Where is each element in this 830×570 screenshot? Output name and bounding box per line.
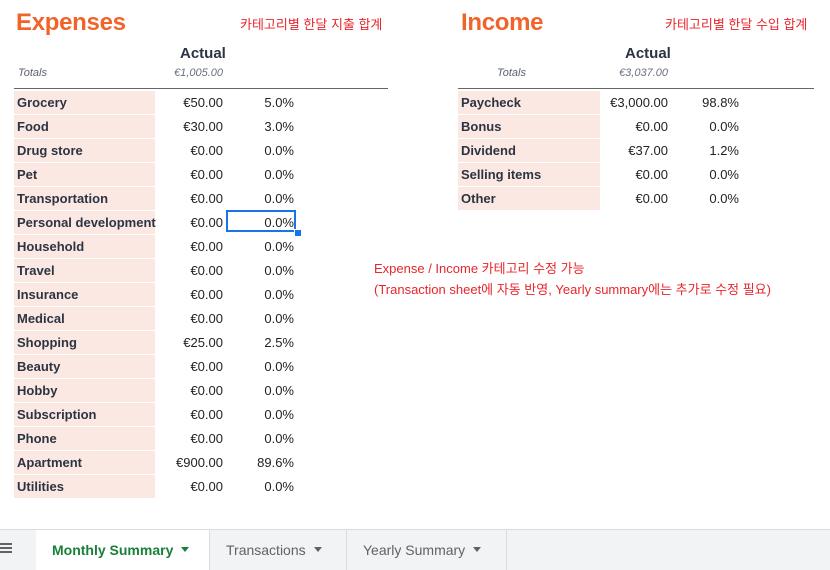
income-header-rule [458, 88, 814, 89]
amount-cell[interactable]: €0.00 [155, 187, 223, 210]
category-cell[interactable]: Utilities [14, 475, 155, 498]
tab-label: Yearly Summary [363, 542, 466, 558]
percent-cell[interactable]: 3.0% [226, 115, 294, 138]
percent-cell[interactable]: 0.0% [226, 427, 294, 450]
fill-handle[interactable] [294, 229, 302, 237]
amount-cell[interactable]: €0.00 [155, 139, 223, 162]
percent-cell[interactable]: 0.0% [670, 163, 739, 186]
income-totals-value: €3,037.00 [619, 67, 668, 79]
expenses-note: 카테고리별 한달 지출 합계 [240, 17, 383, 32]
percent-cell[interactable]: 0.0% [226, 259, 294, 282]
amount-cell[interactable]: €37.00 [600, 139, 668, 162]
amount-cell[interactable]: €0.00 [155, 403, 223, 426]
percent-cell[interactable]: 1.2% [670, 139, 739, 162]
category-cell[interactable]: Hobby [14, 379, 155, 402]
amount-cell[interactable]: €0.00 [155, 475, 223, 498]
income-totals-label: Totals [497, 67, 526, 79]
category-cell[interactable]: Shopping [14, 331, 155, 354]
category-cell[interactable]: Selling items [458, 163, 600, 186]
sheet-tab-bar: Monthly Summary Transactions Yearly Summ… [0, 529, 830, 570]
percent-cell[interactable]: 0.0% [226, 235, 294, 258]
tab-transactions[interactable]: Transactions [210, 530, 347, 570]
percent-cell[interactable]: 0.0% [670, 115, 739, 138]
category-cell[interactable]: Apartment [14, 451, 155, 474]
expenses-title: Expenses [16, 9, 126, 36]
income-actual-header: Actual [625, 45, 671, 62]
percent-cell[interactable]: 0.0% [226, 283, 294, 306]
category-cell[interactable]: Personal development [14, 211, 156, 234]
percent-cell[interactable]: 89.6% [226, 451, 294, 474]
tab-monthly-summary[interactable]: Monthly Summary [36, 530, 210, 570]
amount-cell[interactable]: €0.00 [155, 259, 223, 282]
category-cell[interactable]: Medical [14, 307, 155, 330]
amount-cell[interactable]: €0.00 [600, 163, 668, 186]
caret-down-icon[interactable] [473, 546, 482, 552]
category-cell[interactable]: Dividend [458, 139, 600, 162]
percent-cell[interactable]: 5.0% [226, 91, 294, 114]
category-cell[interactable]: Paycheck [458, 91, 600, 114]
tab-label: Monthly Summary [52, 542, 174, 558]
amount-cell[interactable]: €0.00 [155, 427, 223, 450]
amount-cell[interactable]: €25.00 [155, 331, 223, 354]
amount-cell[interactable]: €30.00 [155, 115, 223, 138]
percent-cell[interactable]: 0.0% [226, 163, 294, 186]
income-title: Income [461, 9, 544, 36]
category-cell[interactable]: Grocery [14, 91, 155, 114]
amount-cell[interactable]: €0.00 [155, 307, 223, 330]
percent-cell[interactable]: 2.5% [226, 331, 294, 354]
amount-cell[interactable]: €0.00 [600, 115, 668, 138]
category-cell[interactable]: Food [14, 115, 155, 138]
category-cell[interactable]: Insurance [14, 283, 155, 306]
expenses-totals-value: €1,005.00 [174, 67, 223, 79]
percent-cell[interactable]: 0.0% [226, 307, 294, 330]
category-cell[interactable]: Subscription [14, 403, 155, 426]
amount-cell[interactable]: €3,000.00 [600, 91, 668, 114]
tab-yearly-summary[interactable]: Yearly Summary [347, 530, 507, 570]
menu-icon[interactable] [0, 543, 12, 557]
edit-note-line1: Expense / Income 카테고리 수정 가능 [374, 261, 585, 276]
amount-cell[interactable]: €50.00 [155, 91, 223, 114]
amount-cell[interactable]: €0.00 [600, 187, 668, 210]
percent-cell[interactable]: 98.8% [670, 91, 739, 114]
category-cell[interactable]: Phone [14, 427, 155, 450]
caret-down-icon[interactable] [313, 546, 322, 552]
expenses-actual-header: Actual [180, 45, 226, 62]
percent-cell[interactable]: 0.0% [226, 355, 294, 378]
category-cell[interactable]: Other [458, 187, 600, 210]
amount-cell[interactable]: €0.00 [155, 211, 223, 234]
percent-cell[interactable]: 0.0% [226, 139, 294, 162]
category-cell[interactable]: Drug store [14, 139, 155, 162]
category-cell[interactable]: Travel [14, 259, 155, 282]
income-note: 카테고리별 한달 수입 합계 [665, 17, 808, 32]
edit-note-line2: (Transaction sheet에 자동 반영, Yearly summar… [374, 282, 771, 297]
category-cell[interactable]: Bonus [458, 115, 600, 138]
percent-cell[interactable]: 0.0% [670, 187, 739, 210]
amount-cell[interactable]: €900.00 [155, 451, 223, 474]
amount-cell[interactable]: €0.00 [155, 283, 223, 306]
percent-cell[interactable]: 0.0% [226, 187, 294, 210]
tab-label: Transactions [226, 542, 306, 558]
caret-down-icon[interactable] [181, 546, 190, 552]
percent-cell[interactable]: 0.0% [226, 475, 294, 498]
amount-cell[interactable]: €0.00 [155, 379, 223, 402]
category-cell[interactable]: Transportation [14, 187, 155, 210]
percent-cell[interactable]: 0.0% [226, 379, 294, 402]
percent-cell[interactable]: 0.0% [226, 403, 294, 426]
expenses-totals-label: Totals [18, 67, 47, 79]
amount-cell[interactable]: €0.00 [155, 163, 223, 186]
amount-cell[interactable]: €0.00 [155, 235, 223, 258]
category-cell[interactable]: Beauty [14, 355, 155, 378]
category-cell[interactable]: Household [14, 235, 155, 258]
amount-cell[interactable]: €0.00 [155, 355, 223, 378]
expenses-header-rule [14, 88, 388, 89]
selected-cell[interactable] [226, 210, 296, 232]
category-cell[interactable]: Pet [14, 163, 155, 186]
